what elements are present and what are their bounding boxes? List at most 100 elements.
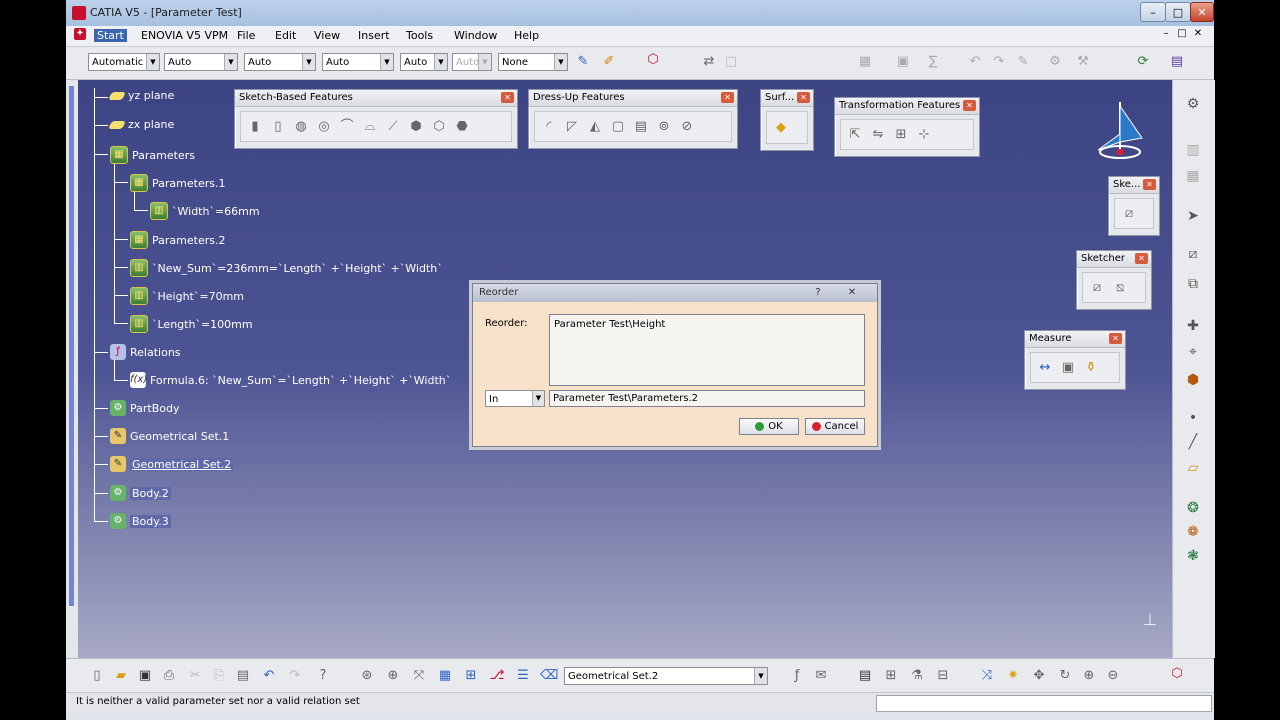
rotate-icon[interactable]: ✷ (1004, 667, 1022, 685)
maximize-button[interactable]: □ (1165, 2, 1191, 22)
remove-loft-icon[interactable]: ⬣ (452, 117, 472, 137)
move-icon[interactable]: ✥ (1030, 667, 1048, 685)
loft-icon[interactable]: ⬢ (406, 117, 426, 137)
fillet-icon[interactable]: ◜ (539, 117, 559, 137)
mirror-icon[interactable]: ⇋ (868, 125, 888, 145)
command-input[interactable] (876, 695, 1212, 712)
law-icon[interactable]: ⚗ (908, 667, 926, 685)
cylinder-icon[interactable]: ⊞ (462, 667, 480, 685)
save-icon[interactable]: ▣ (136, 667, 154, 685)
fly-mode-icon[interactable]: ⊛ (358, 667, 376, 685)
select-arrow-icon[interactable]: ➤ (1183, 206, 1203, 226)
tree-node-body-2[interactable]: ⚙ Body.2 (110, 485, 171, 501)
measure-inertia-icon[interactable]: ⚱ (1081, 358, 1101, 378)
table-icon[interactable]: ▤ (856, 667, 874, 685)
fit-all-icon[interactable]: ⊕ (384, 667, 402, 685)
paste-icon[interactable]: ▤ (234, 667, 252, 685)
color-combo[interactable]: Automatic ▼ (88, 53, 160, 71)
rib-icon[interactable]: ⌒ (337, 117, 357, 137)
rendering-style-combo[interactable]: None ▼ (498, 53, 568, 71)
position-select[interactable]: In ▼ (485, 390, 545, 407)
positioned-sketch-icon[interactable]: ⧅ (1110, 278, 1130, 298)
reaction-icon[interactable]: ⊟ (934, 667, 952, 685)
swap-icon[interactable]: ⤨ (978, 667, 996, 685)
line-type-combo[interactable]: Auto ▼ (322, 53, 394, 71)
palette-close-button[interactable]: ✕ (501, 92, 514, 103)
palette-close-button[interactable]: ✕ (963, 100, 976, 111)
point-symbol-combo[interactable]: Auto ▼ (400, 53, 448, 71)
grid-icon[interactable]: ▦ (436, 667, 454, 685)
stiffener-icon[interactable]: ⟋ (383, 117, 403, 137)
cancel-button[interactable]: Cancel (805, 418, 865, 435)
menu-file[interactable]: File (237, 29, 255, 42)
measure-item-icon[interactable]: ▣ (1058, 358, 1078, 378)
doc-close-button[interactable]: ✕ (1192, 28, 1204, 40)
gear-icon[interactable]: ⚙ (1183, 94, 1203, 114)
menu-window[interactable]: Window (454, 29, 497, 42)
comment-icon[interactable]: ✉ (812, 667, 830, 685)
scaling-icon[interactable]: ⊹ (914, 125, 934, 145)
line-icon[interactable]: ╱ (1183, 432, 1203, 452)
pattern-icon[interactable]: ⊞ (891, 125, 911, 145)
tree-node-parameters[interactable]: ▦ Parameters (110, 146, 195, 164)
tree-scroll-bar[interactable] (69, 86, 74, 606)
close-button[interactable]: ✕ (1190, 2, 1214, 22)
ok-button[interactable]: OK (739, 418, 799, 435)
knowledge-3-icon[interactable]: ❃ (1183, 546, 1203, 566)
doc-restore-button[interactable]: □ (1176, 28, 1188, 40)
tree-node-width[interactable]: ▥ `Width`=66mm (150, 202, 260, 220)
compass-icon[interactable] (1090, 94, 1150, 164)
tree-node-height[interactable]: ▥ `Height`=70mm (130, 287, 244, 305)
update-icon[interactable]: ⟳ (1134, 53, 1152, 71)
palette-close-button[interactable]: ✕ (797, 92, 810, 103)
eraser-icon[interactable]: ⌫ (540, 667, 558, 685)
menu-view[interactable]: View (314, 29, 340, 42)
new-icon[interactable]: ▯ (88, 667, 106, 685)
hole-icon[interactable]: ◎ (314, 117, 334, 137)
formula-icon[interactable]: ƒ (788, 667, 806, 685)
tree-node-new-sum[interactable]: ▥ `New_Sum`=236mm=`Length` +`Height` +`Wi… (130, 259, 443, 277)
current-set-combo[interactable]: Geometrical Set.2 ▼ (564, 667, 768, 685)
tree-node-relations[interactable]: ƒ Relations (110, 344, 181, 360)
material-tool-icon[interactable]: ⬢ (1183, 370, 1203, 390)
dialog-close-button[interactable]: ✕ (841, 286, 863, 300)
knowledge-icon[interactable]: ❂ (1183, 498, 1203, 518)
chamfer-icon[interactable]: ◸ (562, 117, 582, 137)
shaft-icon[interactable]: ◍ (291, 117, 311, 137)
thread-icon[interactable]: ⊚ (654, 117, 674, 137)
design-table-icon[interactable]: ⊞ (882, 667, 900, 685)
tree-node-zx-plane[interactable]: zx plane (108, 118, 174, 131)
shell-icon[interactable]: ▢ (608, 117, 628, 137)
tree-expand-icon[interactable]: ⎇ (488, 667, 506, 685)
whats-this-icon[interactable]: ? (314, 667, 332, 685)
slot-icon[interactable]: ⌓ (360, 117, 380, 137)
tree-node-partbody[interactable]: ⚙ PartBody (110, 400, 179, 416)
palette-close-button[interactable]: ✕ (1143, 179, 1156, 190)
pad-icon[interactable]: ▮ (245, 117, 265, 137)
plane-tool-icon[interactable]: ⌖ (1183, 342, 1203, 362)
zoom-out-icon[interactable]: ⊖ (1104, 667, 1122, 685)
tree-node-parameters-2[interactable]: ▦ Parameters.2 (130, 231, 225, 249)
menu-enovia[interactable]: ENOVIA V5 VPM (141, 29, 228, 42)
reference-tool-icon[interactable]: ⧉ (1183, 274, 1203, 294)
zoom-in-icon[interactable]: ⊕ (1080, 667, 1098, 685)
tree-node-geometrical-set-1[interactable]: ✎ Geometrical Set.1 (110, 428, 229, 444)
print-icon[interactable]: ⎙ (160, 667, 178, 685)
product-sync-icon[interactable]: ⇄ (700, 53, 718, 71)
tree-node-length[interactable]: ▥ `Length`=100mm (130, 315, 253, 333)
axis-tool-icon[interactable]: ✚ (1183, 316, 1203, 336)
tree-node-body-3[interactable]: ⚙ Body.3 (110, 513, 171, 529)
menu-insert[interactable]: Insert (358, 29, 390, 42)
sketch-icon[interactable]: ⧄ (1087, 278, 1107, 298)
rotate-view-icon[interactable]: ↻ (1056, 667, 1074, 685)
palette-close-button[interactable]: ✕ (1109, 333, 1122, 344)
pocket-icon[interactable]: ▯ (268, 117, 288, 137)
menu-start[interactable]: Start (94, 29, 127, 42)
multi-section-icon[interactable]: ⬡ (429, 117, 449, 137)
target-field[interactable]: Parameter Test\Parameters.2 (549, 390, 865, 407)
measure-between-icon[interactable]: ↔ (1035, 358, 1055, 378)
open-icon[interactable]: ▰ (112, 667, 130, 685)
remove-face-icon[interactable]: ⊘ (677, 117, 697, 137)
minimize-button[interactable]: – (1140, 2, 1166, 22)
tree-node-geometrical-set-2[interactable]: ✎ Geometrical Set.2 (110, 456, 234, 472)
